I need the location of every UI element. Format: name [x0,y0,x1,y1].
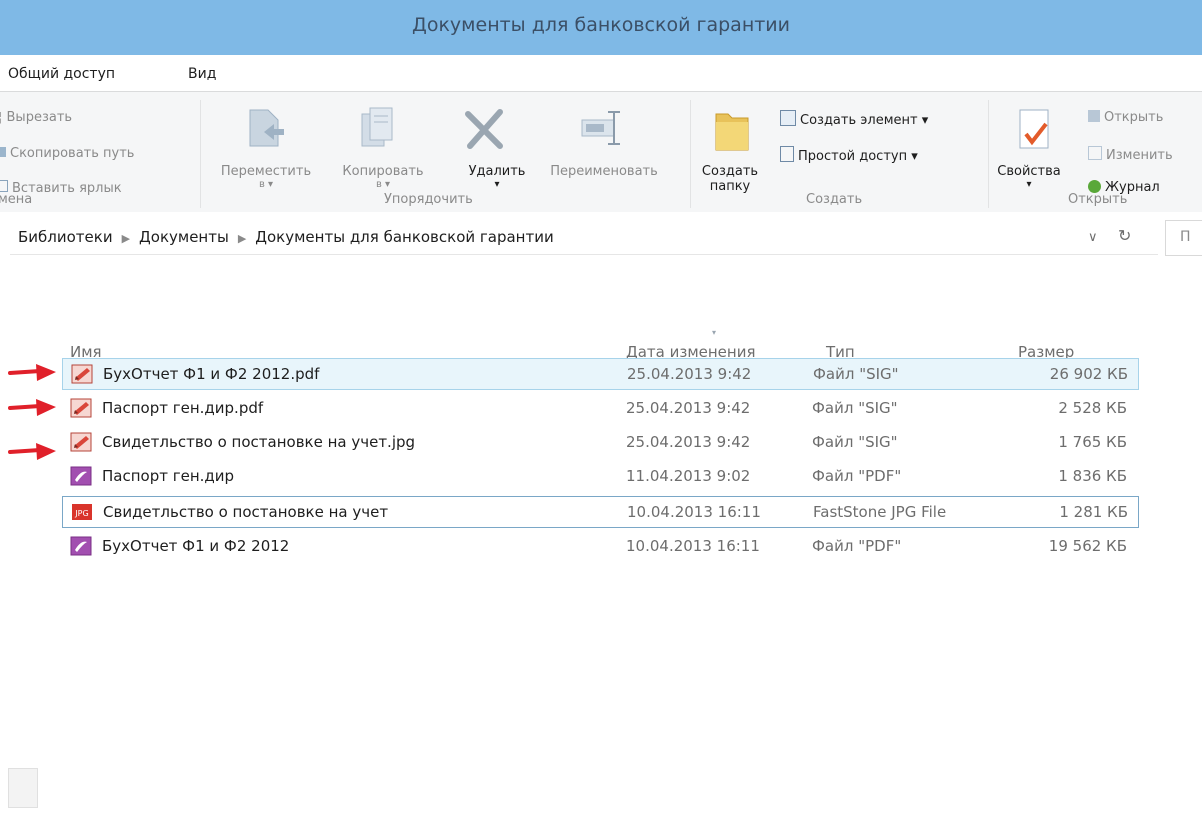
clipboard-group-label: мена [0,192,33,207]
file-date: 11.04.2013 9:02 [626,467,751,485]
new-item-icon [780,110,796,126]
copy-path-button[interactable]: Скопировать путь [0,146,134,161]
sig-file-icon [70,398,92,418]
new-folder-icon [712,104,752,158]
file-row[interactable]: БухОтчет Ф1 и Ф2 2012 10.04.2013 16:11 Фай… [62,531,1137,561]
file-type: Файл "SIG" [812,433,898,451]
red-arrow-icon [0,441,58,463]
sig-file-icon [71,364,93,384]
copy-path-icon [0,147,6,157]
organize-group-label: Упорядочить [384,192,473,207]
rename-button[interactable]: Переименовать [534,164,674,179]
edit-button[interactable]: Изменить [1088,146,1173,163]
svg-text:JPG: JPG [74,509,88,518]
file-size: 1 765 КБ [1058,433,1127,451]
file-date: 25.04.2013 9:42 [627,365,752,383]
file-name: Паспорт ген.дир [102,467,235,485]
file-name: Свидетльство о постановке на учет [103,503,389,521]
easy-access-icon [780,146,794,162]
title-bar: Документы для банковской гарантии [0,0,1202,55]
red-arrow-icon [0,362,58,384]
new-folder-button[interactable]: Создать папку [690,164,770,194]
ribbon-tabs: Общий доступ Вид [0,55,1202,91]
file-name: БухОтчет Ф1 и Ф2 2012 [102,537,290,555]
file-size: 26 902 КБ [1049,365,1128,383]
open-group-label: Открыть [1068,192,1128,207]
address-bar: Библиотеки ▶ Документы ▶ Документы для банко… [0,212,1202,263]
file-row[interactable]: JPG Свидетльство о постановке на учет 10.0… [62,496,1139,528]
create-group-label: Создать [806,192,863,207]
breadcrumb-documents[interactable]: Документы [139,228,229,246]
ribbon-separator [200,100,201,208]
window-title: Документы для банковской гарантии [411,14,791,36]
file-size: 19 562 КБ [1048,537,1127,555]
pdf-file-icon [70,536,92,556]
cut-button[interactable]: ¦ Вырезать [0,110,72,125]
file-date: 25.04.2013 9:42 [626,399,751,417]
copy-to-icon [358,106,398,154]
breadcrumb-current-folder[interactable]: Документы для банковской гарантии [255,228,553,246]
red-arrow-icon [0,397,58,419]
easy-access-button[interactable]: Простой доступ ▾ [780,146,918,164]
file-row[interactable]: Паспорт ген.дир 11.04.2013 9:02 Файл "PDF"… [62,461,1137,491]
search-placeholder: П [1180,229,1191,245]
ribbon: ¦ Вырезать Скопировать путь Вставить ярл… [0,91,1202,214]
file-size: 2 528 КБ [1058,399,1127,417]
file-type: Файл "PDF" [812,537,902,555]
paste-shortcut-icon [0,180,8,192]
chevron-right-icon[interactable]: ▶ [122,232,130,245]
file-type: Файл "SIG" [813,365,899,383]
open-icon [1088,110,1100,122]
move-to-button[interactable]: Переместить в ▾ [206,164,326,190]
delete-icon [462,106,506,154]
new-item-button[interactable]: Создать элемент ▾ [780,110,928,128]
jpg-file-icon: JPG [71,502,93,522]
file-row[interactable]: Паспорт ген.дир.pdf 25.04.2013 9:42 Файл "… [62,393,1137,423]
refresh-icon[interactable]: ↻ [1118,226,1131,245]
rename-icon [580,108,628,152]
tab-view[interactable]: Вид [188,66,216,82]
sort-indicator-icon: ▾ [712,328,717,337]
tab-share[interactable]: Общий доступ [8,66,115,82]
sig-file-icon [70,432,92,452]
file-date: 10.04.2013 16:11 [626,537,760,555]
delete-button[interactable]: Удалить ▾ [452,164,542,190]
file-row[interactable]: Свидетльство о постановке на учет.jpg 25.… [62,427,1137,457]
pdf-file-icon [70,466,92,486]
breadcrumb-libraries[interactable]: Библиотеки [18,228,113,246]
file-size: 1 836 КБ [1058,467,1127,485]
file-date: 10.04.2013 16:11 [627,503,761,521]
ribbon-separator [988,100,989,208]
file-type: Файл "SIG" [812,399,898,417]
edit-icon [1088,146,1102,160]
address-dropdown-icon[interactable]: ∨ [1088,230,1098,245]
properties-icon [1016,106,1056,156]
file-row[interactable]: БухОтчет Ф1 и Ф2 2012.pdf 25.04.2013 9:42… [62,358,1139,390]
file-name: БухОтчет Ф1 и Ф2 2012.pdf [103,365,320,383]
file-type: Файл "PDF" [812,467,902,485]
copy-to-button[interactable]: Копировать в ▾ [328,164,438,190]
chevron-right-icon[interactable]: ▶ [238,232,246,245]
file-type: FastStone JPG File [813,503,947,521]
breadcrumb: Библиотеки ▶ Документы ▶ Документы для банко… [18,228,554,246]
file-name: Свидетльство о постановке на учет.jpg [102,433,416,451]
file-name: Паспорт ген.дир.pdf [102,399,264,417]
properties-button[interactable]: Свойства ▾ [994,164,1064,190]
move-to-icon [246,106,286,154]
file-date: 25.04.2013 9:42 [626,433,751,451]
file-size: 1 281 КБ [1059,503,1128,521]
navigation-pane-stub [8,768,38,808]
search-box[interactable]: П [1165,220,1202,256]
open-button[interactable]: Открыть [1088,110,1163,125]
